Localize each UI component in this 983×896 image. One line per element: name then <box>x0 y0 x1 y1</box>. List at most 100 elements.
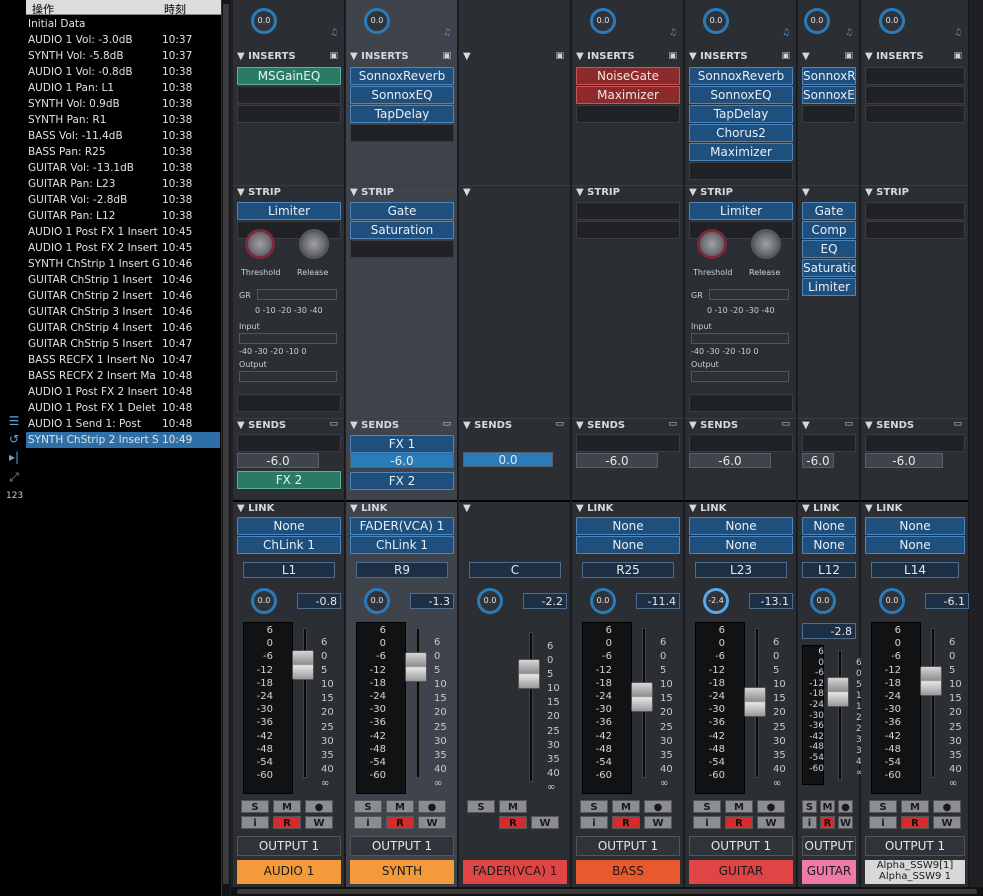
input-gain-knob[interactable]: 0.0 <box>364 8 390 34</box>
pan-display[interactable]: L1 <box>243 562 335 578</box>
empty-insert-slot[interactable] <box>689 162 793 180</box>
write-button[interactable]: W <box>757 816 785 829</box>
release-knob[interactable] <box>751 229 781 259</box>
link-arrow-icon[interactable]: ▼ <box>865 503 876 514</box>
strip-slot[interactable]: Limiter <box>802 278 856 296</box>
insert-slot[interactable]: Maximizer <box>576 86 680 104</box>
inserts-arrow-icon[interactable]: ▼ <box>237 51 248 62</box>
record-button[interactable]: ● <box>933 800 961 813</box>
undo-icon[interactable]: ↺ <box>6 432 22 446</box>
monitor-icon[interactable]: ♫ <box>845 28 853 38</box>
empty-strip-slot[interactable] <box>237 394 341 412</box>
channel-name[interactable]: BASS <box>576 860 680 884</box>
send-toggle-icon[interactable]: ▭ <box>555 419 564 429</box>
history-row[interactable]: BASS RECFX 2 Insert Ma 10:48 <box>26 368 220 384</box>
write-button[interactable]: W <box>418 816 446 829</box>
solo-button[interactable]: S <box>693 800 721 813</box>
empty-insert-slot[interactable] <box>865 105 965 123</box>
read-button[interactable]: R <box>612 816 640 829</box>
settings-icon[interactable]: ▣ <box>668 51 677 61</box>
channel-name[interactable]: SYNTH <box>350 860 454 884</box>
link-slot[interactable]: None <box>689 517 793 535</box>
volume-display[interactable]: -2.8 <box>802 623 856 639</box>
send-level[interactable]: -6.0 <box>865 453 943 468</box>
volume-fader[interactable] <box>292 650 314 680</box>
mute-button[interactable]: M <box>273 800 301 813</box>
volume-fader[interactable] <box>827 677 849 707</box>
release-knob[interactable] <box>299 229 329 259</box>
strip-slot[interactable]: Saturation <box>350 221 454 239</box>
output-selector[interactable]: OUTPUT 1 <box>689 836 793 856</box>
volume-fader[interactable] <box>518 659 540 689</box>
history-row[interactable]: GUITAR ChStrip 3 Insert 10:46 <box>26 304 220 320</box>
mute-button[interactable]: M <box>499 800 527 813</box>
inserts-arrow-icon[interactable]: ▼ <box>689 51 700 62</box>
solo-button[interactable]: S <box>802 800 817 813</box>
record-button[interactable]: ● <box>644 800 672 813</box>
channel-name[interactable]: FADER(VCA) 1 <box>463 860 567 884</box>
monitor-button[interactable]: i <box>580 816 608 829</box>
history-row[interactable]: AUDIO 1 Post FX 2 Insert 10:45 <box>26 240 220 256</box>
history-row[interactable]: GUITAR ChStrip 4 Insert 10:46 <box>26 320 220 336</box>
channel-name[interactable]: AUDIO 1 <box>237 860 341 884</box>
sends-arrow-icon[interactable]: ▼ <box>689 420 700 431</box>
history-scrollbar[interactable] <box>221 0 230 896</box>
history-row[interactable]: AUDIO 1 Send 1: Post 10:48 <box>26 416 220 432</box>
history-row[interactable]: SYNTH Pan: R1 10:38 <box>26 112 220 128</box>
threshold-knob[interactable] <box>697 229 727 259</box>
empty-insert-slot[interactable] <box>237 86 341 104</box>
pan-knob[interactable]: -2.4 <box>703 588 729 614</box>
mute-button[interactable]: M <box>820 800 835 813</box>
mute-button[interactable]: M <box>386 800 414 813</box>
solo-button[interactable]: S <box>241 800 269 813</box>
insert-slot[interactable]: Chorus2 <box>689 124 793 142</box>
link-slot[interactable]: ChLink 1 <box>237 536 341 554</box>
history-row[interactable]: SYNTH Vol: -5.8dB 10:37 <box>26 48 220 64</box>
monitor-button[interactable]: i <box>869 816 897 829</box>
insert-slot[interactable]: MSGainEQ <box>237 67 341 85</box>
empty-insert-slot[interactable] <box>576 105 680 123</box>
pan-display[interactable]: L14 <box>871 562 959 578</box>
inserts-arrow-icon[interactable]: ▼ <box>802 51 810 62</box>
empty-send-slot[interactable] <box>865 434 965 452</box>
pan-display[interactable]: R25 <box>582 562 674 578</box>
send-slot[interactable]: FX 2 <box>237 471 341 489</box>
monitor-icon[interactable]: ♫ <box>669 28 677 38</box>
sends-arrow-icon[interactable]: ▼ <box>865 420 876 431</box>
strip-slot[interactable]: Comp <box>802 221 856 239</box>
link-arrow-icon[interactable]: ▼ <box>237 503 248 514</box>
history-row[interactable]: GUITAR ChStrip 1 Insert 10:46 <box>26 272 220 288</box>
expand-icon[interactable]: ⤢ <box>6 470 22 484</box>
history-row[interactable]: AUDIO 1 Pan: L1 10:38 <box>26 80 220 96</box>
record-button[interactable]: ● <box>305 800 333 813</box>
send-toggle-icon[interactable]: ▭ <box>844 419 853 429</box>
history-row[interactable]: BASS Pan: R25 10:38 <box>26 144 220 160</box>
settings-icon[interactable]: ▣ <box>555 51 564 61</box>
sends-arrow-icon[interactable]: ▼ <box>576 420 587 431</box>
empty-insert-slot[interactable] <box>865 86 965 104</box>
empty-strip-slot[interactable] <box>350 240 454 258</box>
volume-display[interactable]: -1.3 <box>410 593 454 609</box>
channel-name[interactable]: GUITAR <box>689 860 793 884</box>
empty-send-slot[interactable] <box>802 434 856 452</box>
link-slot[interactable]: None <box>689 536 793 554</box>
link-slot[interactable]: ChLink 1 <box>350 536 454 554</box>
insert-slot[interactable]: TapDelay <box>350 105 454 123</box>
strip-arrow-icon[interactable]: ▼ <box>350 187 361 198</box>
strip-arrow-icon[interactable]: ▼ <box>802 187 810 198</box>
volume-display[interactable]: -2.2 <box>523 593 567 609</box>
insert-slot[interactable]: TapDelay <box>689 105 793 123</box>
pan-display[interactable]: R9 <box>356 562 448 578</box>
monitor-button[interactable]: i <box>354 816 382 829</box>
settings-icon[interactable]: ▣ <box>329 51 338 61</box>
output-selector[interactable]: OUTPUT <box>802 836 856 856</box>
empty-insert-slot[interactable] <box>865 67 965 85</box>
threshold-knob[interactable] <box>245 229 275 259</box>
pan-knob[interactable]: 0.0 <box>251 588 277 614</box>
link-arrow-icon[interactable]: ▼ <box>802 503 813 514</box>
link-slot[interactable]: None <box>576 536 680 554</box>
volume-display[interactable]: -13.1 <box>749 593 793 609</box>
strip-slot[interactable]: Limiter <box>237 202 341 220</box>
empty-insert-slot[interactable] <box>350 124 454 142</box>
channel-name[interactable]: Alpha_SSW9[1] Alpha_SSW9 1 <box>865 860 965 884</box>
